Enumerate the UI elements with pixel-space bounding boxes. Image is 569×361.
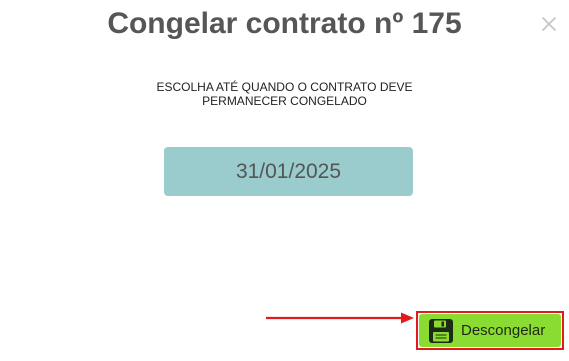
arrow-pointer-icon — [266, 312, 414, 324]
floppy-disk-icon — [427, 317, 455, 345]
freeze-until-date-field[interactable] — [164, 147, 413, 196]
dialog-title: Congelar contrato nº 175 — [107, 7, 462, 40]
instruction-line-1: ESCOLHA ATÉ QUANDO O CONTRATO DEVE — [156, 80, 413, 94]
instruction-line-2: PERMANECER CONGELADO — [202, 94, 367, 108]
unfreeze-button[interactable]: Descongelar — [419, 314, 561, 347]
close-icon[interactable] — [537, 12, 561, 36]
unfreeze-button-label: Descongelar — [461, 322, 546, 339]
freeze-contract-dialog: Congelar contrato nº 175 ESCOLHA ATÉ QUA… — [0, 0, 569, 361]
instruction-text: ESCOLHA ATÉ QUANDO O CONTRATO DEVE PERMA… — [0, 80, 569, 108]
unfreeze-button-highlight: Descongelar — [416, 311, 564, 350]
